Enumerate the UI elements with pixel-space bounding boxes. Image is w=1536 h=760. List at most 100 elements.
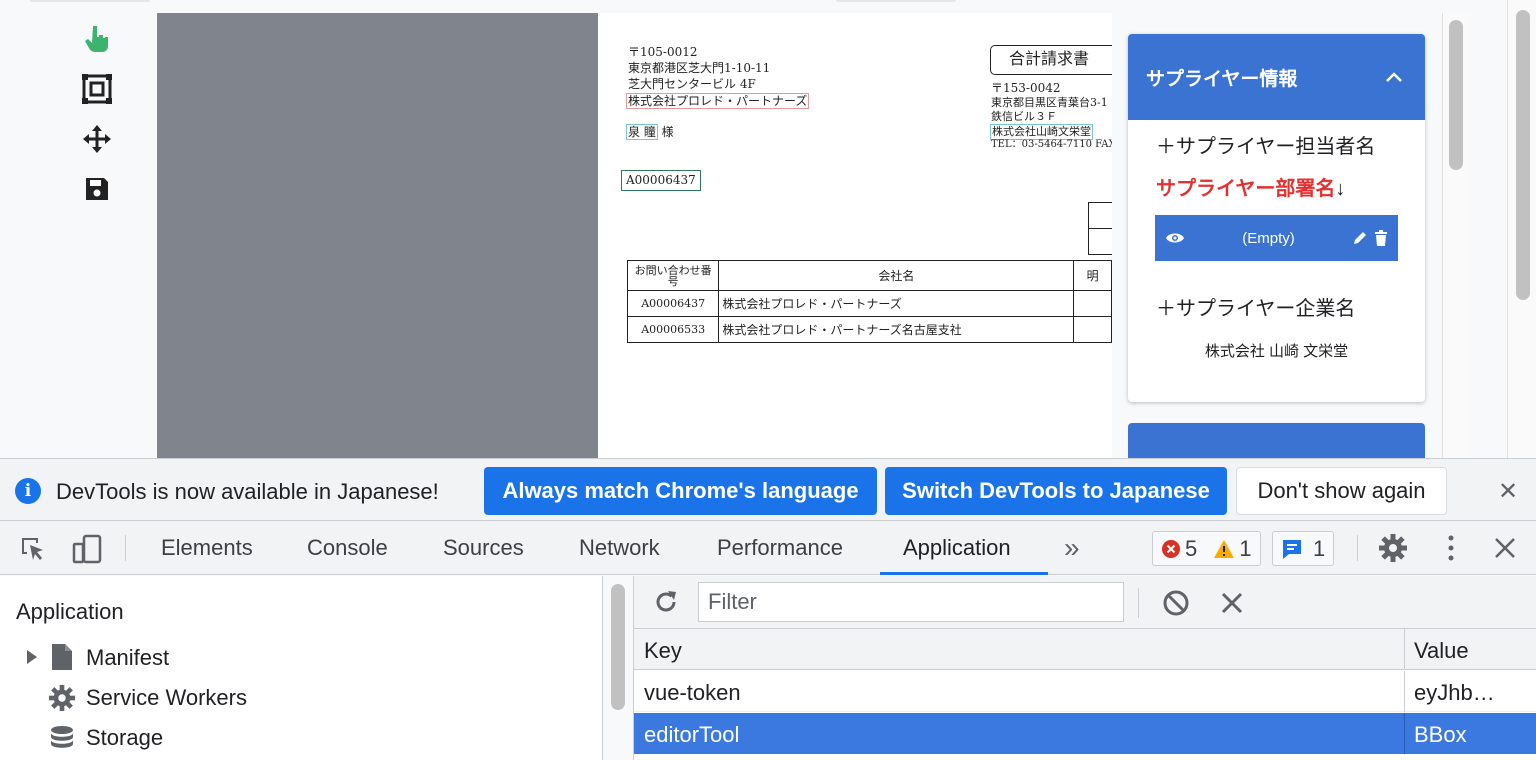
message-count: 1 bbox=[1313, 535, 1326, 561]
table-row-selected[interactable]: editorTool BBox bbox=[634, 713, 1536, 754]
switch-to-japanese-button[interactable]: Switch DevTools to Japanese bbox=[885, 467, 1227, 515]
storage-pane: Key Value vue-token eyJhb… editorTool BB… bbox=[634, 576, 1536, 760]
table-row[interactable]: vue-token eyJhb… bbox=[634, 671, 1536, 712]
devtools-tabbar: Elements Console Sources Network Perform… bbox=[0, 521, 1536, 575]
close-icon[interactable]: ✕ bbox=[1498, 477, 1518, 506]
col-company-header: 会社名 bbox=[718, 260, 1075, 291]
next-section-card[interactable] bbox=[1128, 423, 1425, 458]
kebab-menu-icon[interactable] bbox=[1436, 532, 1466, 564]
close-devtools-icon[interactable] bbox=[1490, 533, 1520, 563]
hand-pointer-icon bbox=[85, 26, 108, 52]
dont-show-again-button[interactable]: Don't show again bbox=[1236, 467, 1447, 515]
postal-code-right: 〒153-0042 bbox=[991, 81, 1061, 95]
company-name-value: 株式会社 山崎 文栄堂 bbox=[1204, 343, 1349, 360]
messages-counter[interactable]: 1 bbox=[1272, 531, 1335, 566]
storage-toolbar bbox=[634, 576, 1536, 629]
arrow-down-icon: ↓ bbox=[1335, 178, 1346, 200]
table-header-row: お問い合わせ番号 会社名 明 bbox=[626, 260, 1112, 291]
error-icon bbox=[1162, 539, 1180, 558]
eye-icon[interactable] bbox=[1165, 231, 1185, 245]
row-company: 株式会社プロレド・パートナーズ bbox=[718, 290, 1075, 317]
expand-triangle-icon[interactable] bbox=[26, 649, 38, 665]
department-value-bar: (Empty) bbox=[1155, 215, 1398, 261]
bbox-tool-button[interactable] bbox=[80, 72, 114, 106]
top-tab-nub bbox=[836, 0, 956, 2]
invoice-document[interactable]: 〒105-0012 東京都港区芝大門1-10-11 芝大門センタービル 4F 株… bbox=[598, 13, 1112, 458]
save-tool-button[interactable] bbox=[80, 172, 114, 206]
key-column-header[interactable]: Key bbox=[644, 638, 682, 664]
gear-icon[interactable] bbox=[1377, 532, 1409, 564]
scroll-thumb[interactable] bbox=[1516, 10, 1530, 300]
col-inquiry-header: お問い合わせ番号 bbox=[626, 260, 720, 291]
inquiry-code-bbox[interactable]: A00006437 bbox=[621, 170, 701, 191]
devtools-language-infobar: i DevTools is now available in Japanese!… bbox=[0, 458, 1536, 521]
move-tool-button[interactable] bbox=[80, 122, 114, 156]
invoice-title: 合計請求書 bbox=[990, 45, 1112, 75]
sidebar-item-manifest[interactable]: Manifest bbox=[86, 645, 169, 671]
filter-input[interactable] bbox=[698, 582, 1124, 622]
department-label: サプライヤー部署名 bbox=[1156, 178, 1336, 200]
add-contact-name-button[interactable]: ＋サプライヤー担当者名 bbox=[1156, 130, 1375, 159]
row-extra bbox=[1073, 290, 1112, 317]
more-tabs-icon[interactable]: » bbox=[1064, 521, 1080, 575]
delete-selected-icon[interactable] bbox=[1216, 587, 1248, 619]
department-field[interactable]: サプライヤー部署名↓ bbox=[1156, 172, 1345, 201]
error-count: 5 bbox=[1185, 535, 1198, 561]
row-company: 株式会社プロレド・パートナーズ名古屋支社 bbox=[718, 316, 1075, 343]
tab-elements[interactable]: Elements bbox=[161, 521, 253, 575]
tab-network[interactable]: Network bbox=[579, 521, 660, 575]
col-extra-header: 明 bbox=[1073, 260, 1112, 291]
separator bbox=[1357, 535, 1358, 561]
contact-name-bbox[interactable]: 泉 瞳 bbox=[626, 124, 658, 140]
column-separator bbox=[1404, 713, 1405, 754]
clear-all-icon[interactable] bbox=[1160, 587, 1192, 619]
scroll-thumb[interactable] bbox=[1449, 20, 1463, 170]
row-extra bbox=[1073, 316, 1112, 343]
trash-icon[interactable] bbox=[1374, 230, 1388, 246]
page-scrollbar[interactable] bbox=[1507, 0, 1536, 458]
sidebar-item-service-workers[interactable]: Service Workers bbox=[86, 685, 247, 711]
address-right-1: 東京都目黒区青葉台3-1 bbox=[991, 96, 1108, 109]
scroll-thumb[interactable] bbox=[611, 584, 625, 710]
supplier-info-header[interactable]: サプライヤー情報 bbox=[1128, 34, 1425, 120]
table-row: A00006437 株式会社プロレド・パートナーズ bbox=[626, 290, 1112, 317]
refresh-icon[interactable] bbox=[650, 586, 682, 618]
tel-fax: TEL：03-5464-7110 FAX bbox=[991, 139, 1112, 150]
tab-console[interactable]: Console bbox=[307, 521, 388, 575]
separator bbox=[125, 535, 126, 561]
sidebar-scrollbar[interactable] bbox=[603, 576, 634, 760]
message-icon bbox=[1283, 539, 1301, 559]
inspect-element-icon[interactable] bbox=[18, 534, 48, 564]
column-separator[interactable] bbox=[1404, 629, 1405, 670]
address-left-1: 東京都港区芝大門1-10-11 bbox=[628, 61, 771, 75]
sidebar-title: Application bbox=[16, 599, 124, 624]
sidebar-item-storage[interactable]: Storage bbox=[86, 725, 163, 751]
device-toolbar-icon[interactable] bbox=[70, 532, 104, 566]
active-tab-indicator bbox=[880, 572, 1048, 575]
tab-application[interactable]: Application bbox=[903, 521, 1011, 575]
empty-value: (Empty) bbox=[1242, 229, 1295, 247]
top-tab-nub bbox=[30, 0, 150, 2]
add-company-name-button[interactable]: ＋サプライヤー企業名 bbox=[1156, 292, 1355, 321]
value-column-header[interactable]: Value bbox=[1414, 638, 1469, 664]
always-match-language-button[interactable]: Always match Chrome's language bbox=[484, 467, 877, 515]
postal-code-left: 〒105-0012 bbox=[628, 45, 698, 59]
pointer-tool-button[interactable] bbox=[80, 22, 114, 56]
right-panel: サプライヤー情報 ＋サプライヤー担当者名 サプライヤー部署名↓ (Empty) … bbox=[1112, 13, 1442, 458]
panel-scrollbar[interactable] bbox=[1442, 13, 1470, 458]
company-left-bbox[interactable]: 株式会社プロレド・パートナーズ bbox=[626, 93, 810, 109]
pencil-icon[interactable] bbox=[1352, 230, 1368, 246]
database-icon bbox=[51, 726, 73, 748]
doc-box bbox=[1088, 202, 1112, 229]
chevron-up-icon[interactable] bbox=[1385, 71, 1403, 83]
move-arrows-icon bbox=[83, 125, 111, 153]
canvas-background bbox=[157, 13, 598, 458]
application-sidebar: Application Manifest Service Workers Sto… bbox=[0, 576, 603, 760]
issues-counter[interactable]: 5 1 bbox=[1152, 531, 1261, 566]
inquiry-table: お問い合わせ番号 会社名 明 A00006437 株式会社プロレド・パートナーズ… bbox=[626, 260, 1112, 343]
column-separator bbox=[1404, 671, 1405, 712]
row-key: vue-token bbox=[644, 680, 741, 705]
tab-performance[interactable]: Performance bbox=[717, 521, 843, 575]
tab-sources[interactable]: Sources bbox=[443, 521, 524, 575]
table-row: A00006533 株式会社プロレド・パートナーズ名古屋支社 bbox=[626, 316, 1112, 343]
